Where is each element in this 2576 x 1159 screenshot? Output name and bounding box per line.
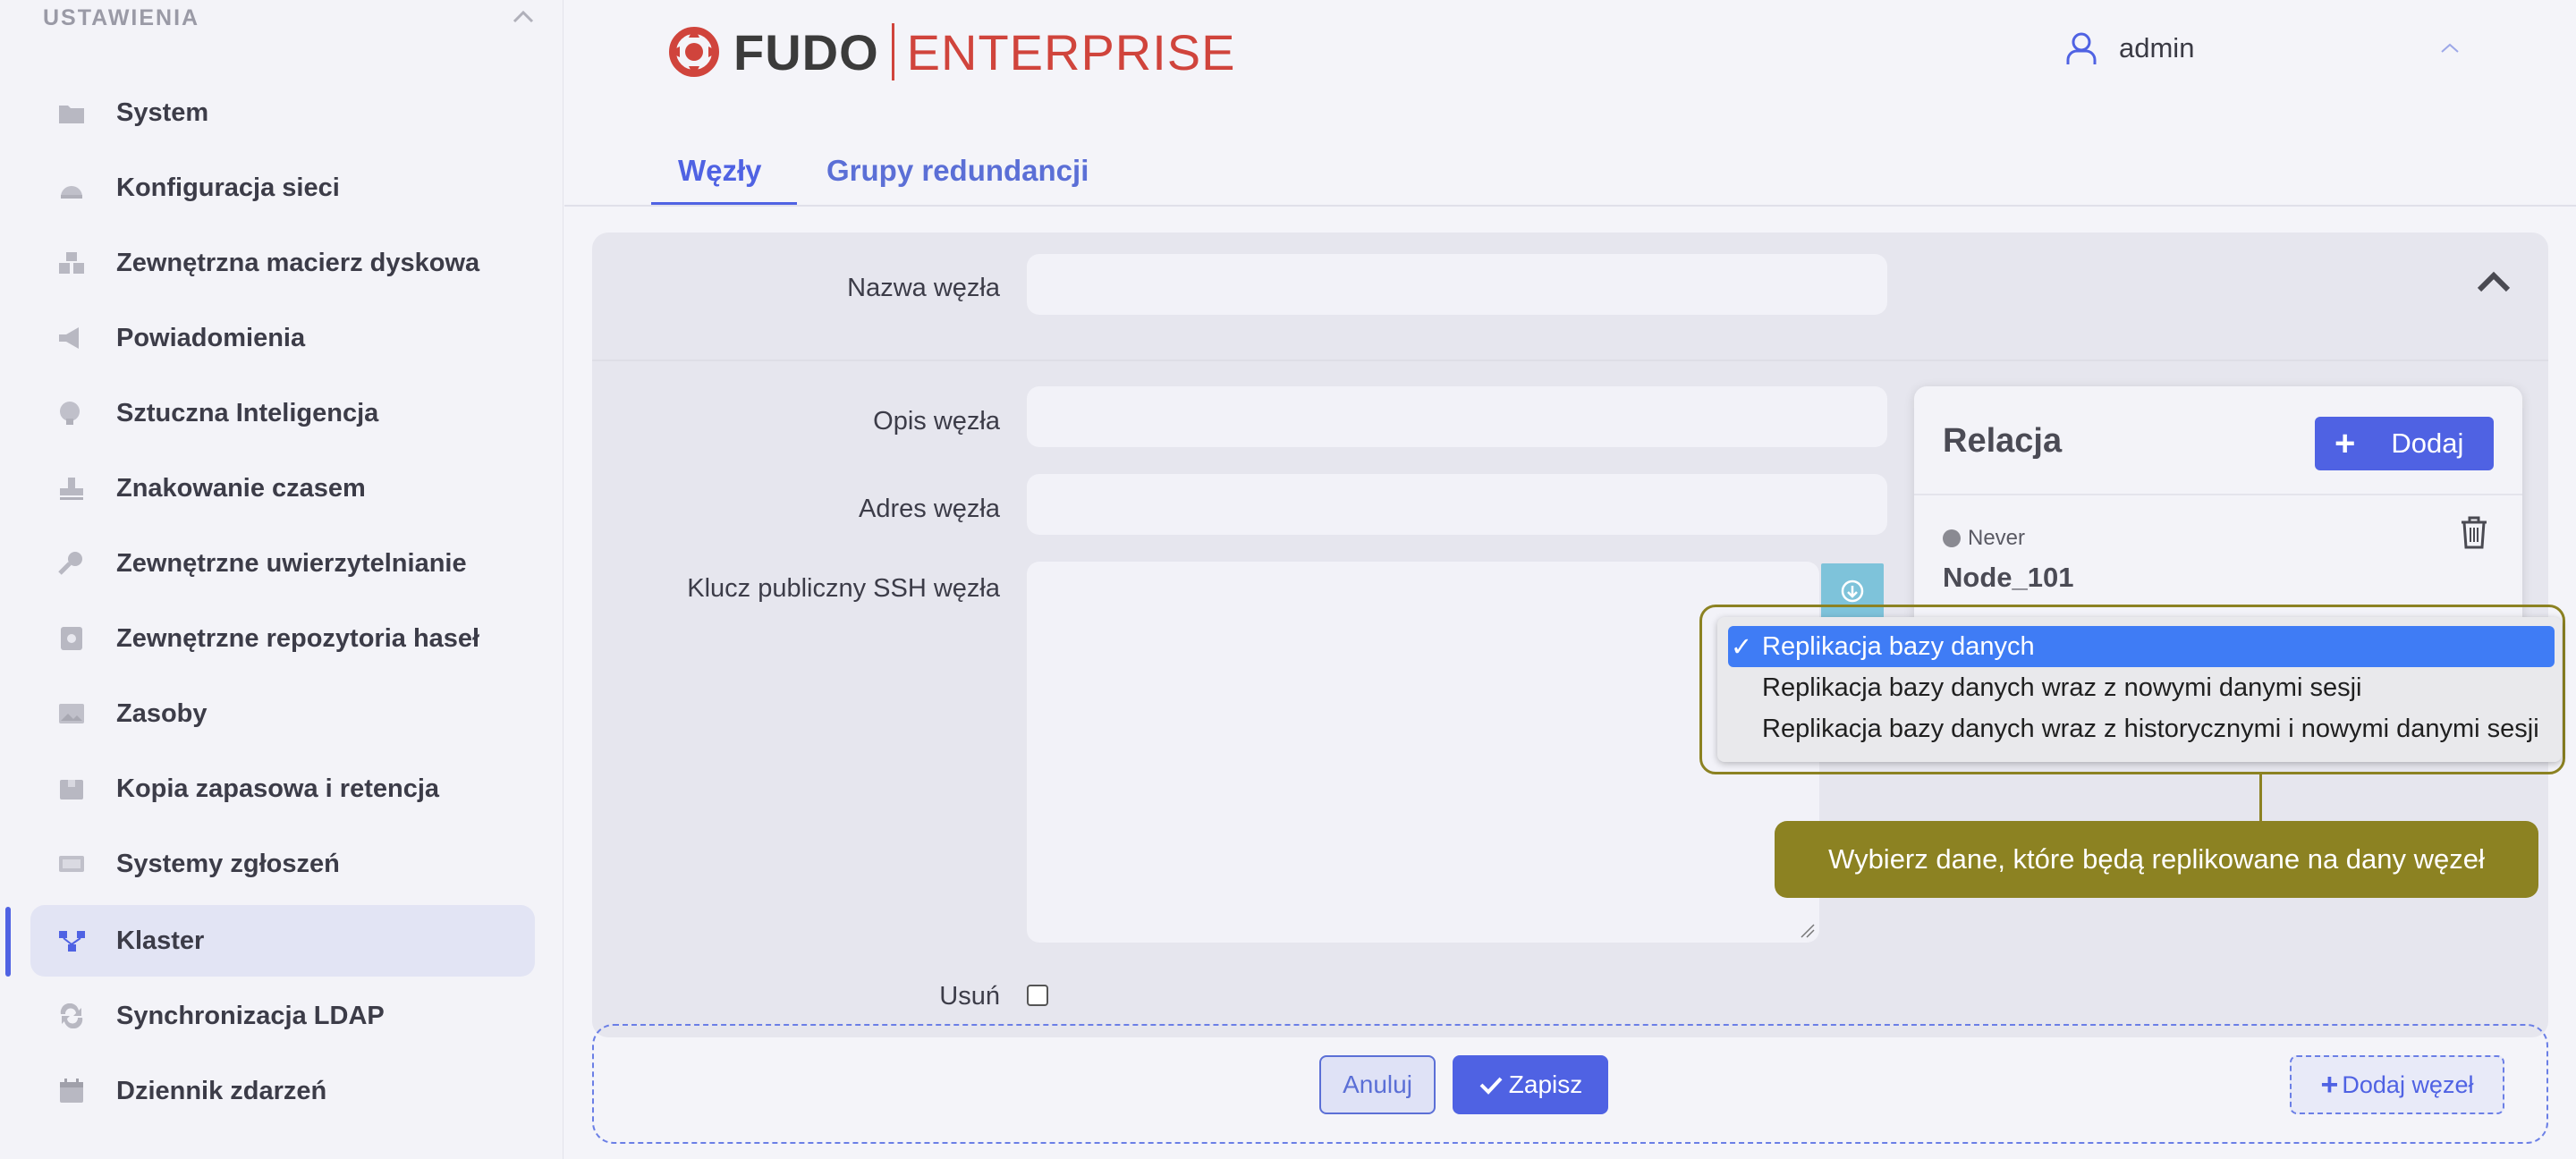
- sidebar-item-cluster[interactable]: Klaster: [30, 905, 535, 977]
- add-node-label: Dodaj węzeł: [2342, 1070, 2474, 1098]
- chevron-up-icon[interactable]: [510, 4, 537, 30]
- relation-title: Relacja: [1943, 422, 2063, 460]
- user-menu[interactable]: admin: [2063, 30, 2194, 66]
- key-icon: [58, 552, 82, 575]
- ticket-icon: [59, 856, 84, 872]
- fudo-logo-icon: [669, 27, 719, 77]
- megaphone-icon: [59, 327, 79, 349]
- resize-grip-icon[interactable]: [1798, 921, 1816, 939]
- network-icon: [61, 186, 82, 199]
- sidebar-item-auth[interactable]: Zewnętrzne uwierzytelnianie: [30, 528, 535, 599]
- plus-icon: +: [2334, 424, 2356, 463]
- sidebar-item-label: Zewnętrzne repozytoria haseł: [116, 624, 480, 653]
- replication-type-dropdown[interactable]: ✓ Replikacja bazy danych Replikacja bazy…: [1717, 617, 2562, 762]
- sidebar-item-label: Powiadomienia: [116, 324, 306, 352]
- delete-checkbox[interactable]: [1027, 985, 1048, 1006]
- node-name-label: Nazwa węzła: [847, 274, 1000, 302]
- dropdown-option[interactable]: Replikacja bazy danych wraz z nowymi dan…: [1728, 667, 2555, 708]
- node-description-label: Opis węzła: [873, 407, 1000, 436]
- add-relation-label: Dodaj: [2391, 427, 2464, 459]
- tab-redundancy-groups[interactable]: Grupy redundancji: [826, 154, 1089, 188]
- cancel-button[interactable]: Anuluj: [1319, 1055, 1436, 1114]
- dropdown-option-label: Replikacja bazy danych: [1762, 631, 2035, 661]
- storage-icon: [59, 252, 84, 274]
- sidebar-item-label: Kopia zapasowa i retencja: [116, 774, 440, 803]
- sidebar-item-label: Konfiguracja sieci: [116, 173, 340, 202]
- brain-icon: [60, 402, 80, 425]
- sidebar-item-storage[interactable]: Zewnętrzna macierz dyskowa: [30, 227, 535, 299]
- divider: [564, 205, 2576, 207]
- delete-label: Usuń: [939, 982, 1000, 1011]
- node-description-input[interactable]: [1027, 386, 1887, 447]
- logo-text-enterprise: ENTERPRISE: [906, 23, 1236, 80]
- logo-separator: [891, 23, 894, 80]
- node-address-input[interactable]: [1027, 474, 1887, 535]
- check-icon: [1479, 1077, 1503, 1095]
- logo-text-fudo: FUDO: [733, 23, 879, 80]
- sidebar-item-label: Znakowanie czasem: [116, 474, 366, 503]
- chevron-up-icon[interactable]: [2474, 268, 2513, 295]
- sidebar-item-label: Systemy zgłoszeń: [116, 850, 340, 878]
- active-indicator: [5, 907, 11, 977]
- dropdown-option-label: Replikacja bazy danych wraz z historyczn…: [1762, 714, 2539, 743]
- folder-icon: [59, 106, 84, 123]
- chevron-up-icon[interactable]: [2438, 41, 2462, 55]
- dropdown-option[interactable]: Replikacja bazy danych wraz z historyczn…: [1728, 708, 2555, 749]
- callout-connector: [2259, 774, 2262, 823]
- image-icon: [59, 704, 84, 723]
- sidebar-item-ai[interactable]: Sztuczna Inteligencja: [30, 377, 535, 449]
- divider: [1914, 494, 2522, 495]
- sidebar-item-label: Sztuczna Inteligencja: [116, 399, 379, 427]
- dropdown-option-label: Replikacja bazy danych wraz z nowymi dan…: [1762, 673, 2362, 702]
- sidebar-item-label: System: [116, 98, 209, 127]
- node-address-label: Adres węzła: [859, 495, 1000, 523]
- sidebar-item-ldap[interactable]: Synchronizacja LDAP: [30, 980, 535, 1052]
- archive-icon: [60, 780, 83, 799]
- sidebar-item-backup[interactable]: Kopia zapasowa i retencja: [30, 753, 535, 825]
- add-node-button[interactable]: + Dodaj węzeł: [2290, 1055, 2504, 1114]
- sidebar-header: USTAWIENIA: [43, 5, 200, 30]
- cluster-icon: [59, 931, 85, 952]
- sidebar-item-vaults[interactable]: Zewnętrzne repozytoria haseł: [30, 603, 535, 674]
- sync-icon: [60, 1003, 83, 1028]
- logo: FUDO ENTERPRISE: [667, 20, 1236, 84]
- sidebar-item-network[interactable]: Konfiguracja sieci: [30, 152, 535, 224]
- stamp-icon: [60, 478, 83, 500]
- user-name: admin: [2119, 32, 2195, 63]
- sidebar-item-label: Synchronizacja LDAP: [116, 1002, 385, 1030]
- status-dot-icon: [1943, 529, 1961, 547]
- divider: [592, 360, 2548, 361]
- node-name-input[interactable]: [1027, 254, 1887, 315]
- callout-tooltip: Wybierz dane, które będą replikowane na …: [1775, 821, 2538, 898]
- sidebar-item-label: Zasoby: [116, 699, 208, 728]
- calendar-icon: [60, 1079, 83, 1103]
- user-icon: [2066, 32, 2097, 64]
- sidebar-item-system[interactable]: System: [30, 77, 535, 148]
- dropdown-option-selected[interactable]: ✓ Replikacja bazy danych: [1728, 626, 2555, 667]
- sidebar-item-resources[interactable]: Zasoby: [30, 678, 535, 749]
- sidebar-item-label: Zewnętrzne uwierzytelnianie: [116, 549, 467, 578]
- sidebar: USTAWIENIA System Konfiguracja sieci Zew…: [0, 0, 564, 1159]
- relation-status-text: Never: [1968, 526, 2026, 550]
- tab-nodes[interactable]: Węzły: [678, 154, 762, 188]
- sidebar-item-label: Zewnętrzna macierz dyskowa: [116, 249, 480, 277]
- sidebar-item-tickets[interactable]: Systemy zgłoszeń: [30, 828, 535, 900]
- plus-icon: +: [2320, 1067, 2339, 1102]
- vault-icon: [61, 627, 82, 650]
- sidebar-item-timestamp[interactable]: Znakowanie czasem: [30, 453, 535, 524]
- checkmark-icon: ✓: [1730, 632, 1753, 662]
- relation-node-name: Node_101: [1943, 562, 2074, 593]
- ssh-key-label: Klucz publiczny SSH węzła: [687, 574, 1000, 603]
- save-button[interactable]: Zapisz: [1453, 1055, 1608, 1114]
- save-label: Zapisz: [1508, 1070, 1583, 1098]
- relation-status: Never: [1943, 526, 2025, 551]
- add-relation-button[interactable]: + Dodaj: [2315, 417, 2494, 470]
- trash-icon[interactable]: [2460, 515, 2488, 549]
- sidebar-item-label: Dziennik zdarzeń: [116, 1077, 327, 1105]
- sidebar-item-notifications[interactable]: Powiadomienia: [30, 302, 535, 374]
- sidebar-item-eventlog[interactable]: Dziennik zdarzeń: [30, 1055, 535, 1127]
- sidebar-item-label: Klaster: [116, 926, 205, 955]
